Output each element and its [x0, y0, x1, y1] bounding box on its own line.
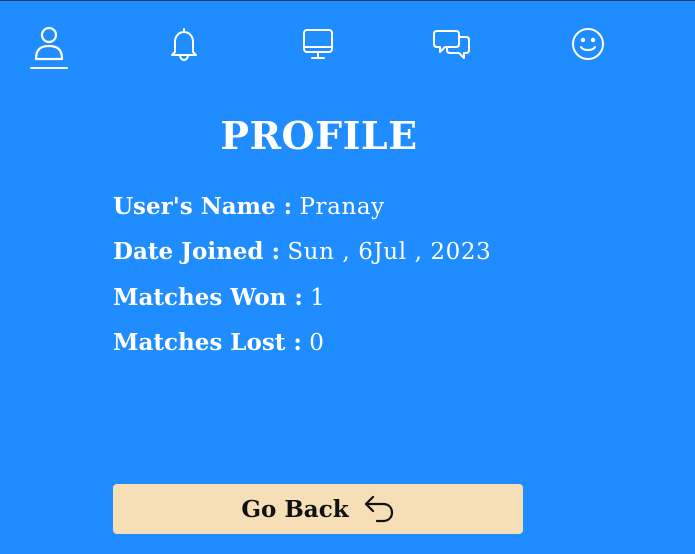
user-icon — [30, 26, 68, 62]
date-joined-value: Sun , 6Jul , 2023 — [287, 239, 492, 265]
page-title: PROFILE — [220, 113, 418, 158]
date-joined-row: Date Joined : Sun , 6Jul , 2023 — [113, 238, 491, 265]
matches-won-value: 1 — [310, 285, 326, 311]
nav-monitor-button[interactable] — [298, 26, 338, 72]
monitor-icon — [299, 26, 337, 62]
matches-won-row: Matches Won : 1 — [113, 284, 325, 311]
matches-won-label: Matches Won : — [113, 284, 303, 311]
matches-lost-label: Matches Lost : — [113, 329, 302, 356]
go-back-button[interactable]: Go Back — [113, 484, 523, 534]
chat-icon — [432, 26, 472, 62]
nav-chat-button[interactable] — [432, 26, 472, 72]
nav-notifications-button[interactable] — [164, 26, 204, 72]
matches-lost-value: 0 — [309, 330, 325, 356]
bell-icon — [167, 26, 201, 62]
username-value: Pranay — [299, 194, 385, 220]
nav-profile-button[interactable] — [29, 26, 69, 72]
matches-lost-row: Matches Lost : 0 — [113, 329, 324, 356]
smiley-icon — [569, 26, 607, 62]
top-navbar — [0, 0, 695, 80]
nav-emoji-button[interactable] — [568, 26, 608, 72]
date-joined-label: Date Joined : — [113, 238, 281, 265]
username-label: User's Name : — [113, 193, 293, 220]
undo-arrow-icon — [363, 494, 395, 524]
go-back-label: Go Back — [241, 495, 349, 523]
username-row: User's Name : Pranay — [113, 193, 385, 220]
